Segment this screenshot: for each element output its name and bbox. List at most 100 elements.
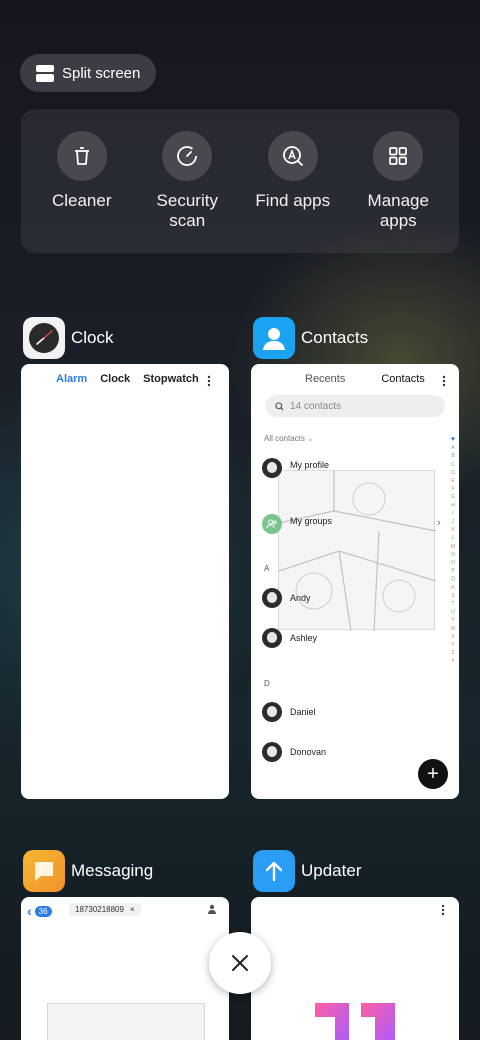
tab-contacts[interactable]: Contacts [381,373,424,385]
alphabet-index-letter[interactable]: A [449,444,457,452]
alphabet-index-letter[interactable]: Z [449,649,457,657]
contact-row-my-profile[interactable]: My profile [262,458,329,478]
updater-app-card[interactable] [251,897,459,1040]
shield-gauge-icon [162,131,213,181]
alphabet-index-letter[interactable]: P [449,567,457,575]
clock-app-icon [23,317,65,359]
close-icon[interactable]: × [130,905,135,914]
unread-badge: 36 [34,905,52,917]
alphabet-index-letter[interactable]: U [449,608,457,616]
alphabet-index-letter[interactable]: F [449,485,457,493]
close-icon [232,955,248,971]
alphabet-index-letter[interactable]: B [449,452,457,460]
contacts-app-card[interactable]: Recents Contacts 14 contacts All contact… [251,364,459,799]
messaging-app-card[interactable]: ‹ 36 18730218809 × [21,897,229,1040]
find-apps-label: Find apps [255,191,331,210]
alphabet-index-letter[interactable]: O [449,559,457,567]
split-screen-icon [36,64,54,82]
app-search-icon [267,131,318,181]
back-button[interactable]: ‹ 36 [27,903,52,919]
alphabet-index-letter[interactable]: H [449,502,457,510]
add-contact-button[interactable]: + [418,759,448,789]
security-scan-button[interactable]: Security scan [137,131,237,253]
alphabet-index-letter[interactable]: Y [449,641,457,649]
alphabet-index-letter[interactable]: G [449,493,457,501]
cleaner-button[interactable]: Cleaner [32,131,132,253]
alphabet-index-letter[interactable]: R [449,584,457,592]
more-options-icon[interactable] [441,904,445,916]
contact-row-daniel[interactable]: Daniel [262,702,316,722]
group-icon [262,514,282,534]
version-logo-icon [315,1003,395,1040]
alphabet-index-letter[interactable]: X [449,633,457,641]
chevron-down-icon: ⌄ [307,434,314,443]
avatar [262,628,282,648]
alphabet-index[interactable]: ♥ A B C D E F G H I J K L M N O P Q R S T U V W X Y Z # [449,436,457,666]
alphabet-index-letter[interactable]: K [449,526,457,534]
alphabet-index-letter[interactable]: N [449,551,457,559]
contact-row-ashley[interactable]: Ashley [262,628,317,648]
contacts-app-icon [253,317,295,359]
alphabet-index-letter[interactable]: Q [449,575,457,583]
alphabet-index-letter[interactable]: V [449,616,457,624]
cleaner-label: Cleaner [51,191,112,210]
recipient-chip[interactable]: 18730218809 × [69,903,141,916]
alphabet-index-letter[interactable]: S [449,592,457,600]
chevron-right-icon: › [437,517,441,529]
plus-icon: + [427,762,439,785]
contacts-app-name: Contacts [301,328,369,347]
alphabet-index-letter[interactable]: D [449,469,457,477]
contact-row-donovan[interactable]: Donovan [262,742,326,762]
grid-icon [373,131,424,181]
contacts-tabs: Recents Contacts [251,364,459,385]
more-options-icon[interactable] [442,375,446,387]
search-placeholder: 14 contacts [290,400,342,412]
alphabet-index-letter[interactable]: J [449,518,457,526]
messaging-app-header[interactable]: Messaging [23,850,153,892]
section-header: D [264,679,270,688]
split-screen-button[interactable]: Split screen [20,54,156,92]
manage-apps-label: Manage apps [367,191,429,230]
clock-tabs: Alarm Clock Stopwatch [21,364,229,385]
avatar [262,458,282,478]
updater-app-header[interactable]: Updater [253,850,361,892]
avatar [262,742,282,762]
contacts-search-input[interactable]: 14 contacts [265,395,445,417]
security-scan-label: Security scan [156,191,218,230]
tab-stopwatch[interactable]: Stopwatch [143,373,199,385]
tab-clock[interactable]: Clock [100,373,130,385]
avatar [262,588,282,608]
alphabet-index-letter[interactable]: E [449,477,457,485]
alphabet-index-letter[interactable]: I [449,510,457,518]
alphabet-index-letter[interactable]: C [449,461,457,469]
alphabet-index-letter[interactable]: M [449,543,457,551]
chevron-left-icon: ‹ [27,903,32,919]
tab-recents[interactable]: Recents [305,373,345,385]
manage-apps-button[interactable]: Manage apps [348,131,448,253]
alphabet-index-letter[interactable]: W [449,625,457,633]
messaging-app-icon [23,850,65,892]
tab-alarm[interactable]: Alarm [56,373,87,385]
alphabet-index-letter[interactable]: # [449,657,457,665]
messaging-app-name: Messaging [71,861,154,880]
contact-row-my-groups[interactable]: My groups [262,514,332,534]
contact-row-andy[interactable]: Andy [262,588,311,608]
avatar [262,702,282,722]
alphabet-index-letter[interactable]: ♥ [449,436,457,444]
trash-icon [56,131,107,181]
contacts-app-header[interactable]: Contacts [253,317,368,359]
find-apps-button[interactable]: Find apps [243,131,343,253]
contacts-filter[interactable]: All contacts ⌄ [264,434,314,443]
updater-app-icon [253,850,295,892]
clear-all-button[interactable] [209,932,271,994]
quick-tools-panel: Cleaner Security scan Find apps Manage a… [21,109,459,253]
clock-app-header[interactable]: Clock [23,317,114,359]
alphabet-index-letter[interactable]: T [449,600,457,608]
clock-app-card[interactable]: Alarm Clock Stopwatch [21,364,229,799]
manga-wallpaper-image [47,1003,205,1040]
person-icon[interactable] [207,904,217,914]
more-options-icon[interactable] [207,375,211,387]
alphabet-index-letter[interactable]: L [449,534,457,542]
search-icon [275,401,284,411]
clock-app-name: Clock [71,328,114,347]
